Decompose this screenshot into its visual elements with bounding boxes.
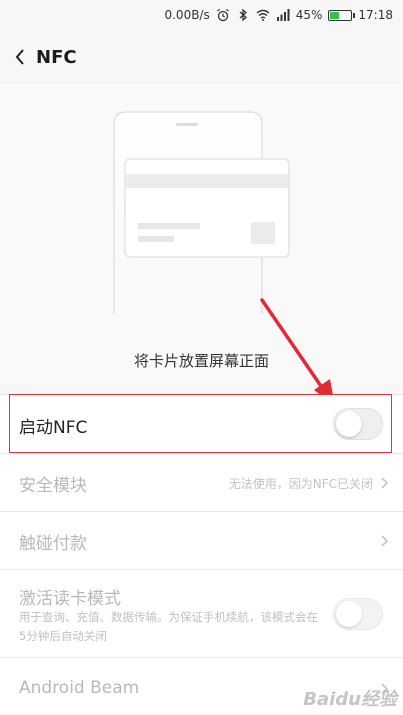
- page-title: NFC: [36, 46, 77, 68]
- enable-nfc-label: 启动NFC: [19, 418, 88, 438]
- chevron-left-icon: [15, 49, 24, 65]
- battery-icon: [328, 9, 356, 21]
- app-header: NFC: [0, 30, 403, 84]
- nfc-illustration: 将卡片放置屏幕正面: [0, 84, 403, 406]
- back-button[interactable]: [6, 30, 34, 84]
- chevron-right-icon: [381, 535, 389, 547]
- tap-pay-row[interactable]: 触碰付款: [0, 511, 403, 569]
- battery-percent: 45%: [295, 8, 323, 22]
- security-module-row[interactable]: 安全模块 无法使用，因为NFC已关闭: [0, 453, 403, 511]
- security-module-status: 无法使用，因为NFC已关闭: [228, 477, 373, 491]
- status-icons: 0.00B/s 45% 17:18: [164, 0, 393, 30]
- android-beam-label: Android Beam: [19, 678, 140, 698]
- toggle-knob: [336, 601, 362, 627]
- reader-mode-row[interactable]: 激活读卡模式 用于查询、充值、数据传输。为保证手机续航，该模式会在5分钟后自动关…: [0, 569, 403, 657]
- bluetooth-icon: [239, 8, 247, 22]
- chevron-right-icon: [381, 477, 389, 489]
- clock: 17:18: [358, 8, 393, 22]
- hero-caption: 将卡片放置屏幕正面: [133, 352, 269, 370]
- enable-nfc-row[interactable]: 启动NFC: [0, 394, 403, 453]
- enable-nfc-toggle[interactable]: [333, 408, 383, 440]
- battery-level: [330, 11, 340, 19]
- tap-pay-label: 触碰付款: [19, 534, 87, 554]
- signal-icon: [276, 9, 290, 21]
- toggle-knob: [336, 411, 362, 437]
- reader-mode-toggle[interactable]: [333, 598, 383, 630]
- network-speed: 0.00B/s: [164, 8, 210, 22]
- watermark: Baidu经验: [303, 689, 397, 710]
- reader-mode-description: 用于查询、充值、数据传输。为保证手机续航，该模式会在5分钟后自动关闭: [19, 610, 318, 643]
- wifi-icon: [256, 9, 270, 21]
- alarm-icon: [216, 8, 229, 22]
- reader-mode-label: 激活读卡模式: [19, 589, 121, 609]
- status-bar: 0.00B/s 45% 17:18: [0, 0, 403, 30]
- security-module-label: 安全模块: [19, 476, 87, 496]
